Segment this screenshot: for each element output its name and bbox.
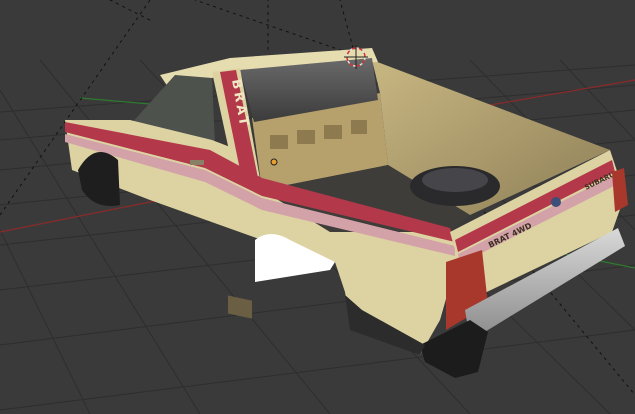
object-origin-icon[interactable] [270,158,278,166]
truck-model[interactable]: BRAT BRAT 4WD SUBARU [65,48,628,378]
door-handle [190,160,204,165]
viewport-scene[interactable]: BRAT BRAT 4WD SUBARU [0,0,635,414]
3d-viewport[interactable]: BRAT BRAT 4WD SUBARU [0,0,635,414]
subaru-emblem [551,197,561,207]
side-marker [228,295,252,319]
spare-tire-hub [422,168,488,192]
